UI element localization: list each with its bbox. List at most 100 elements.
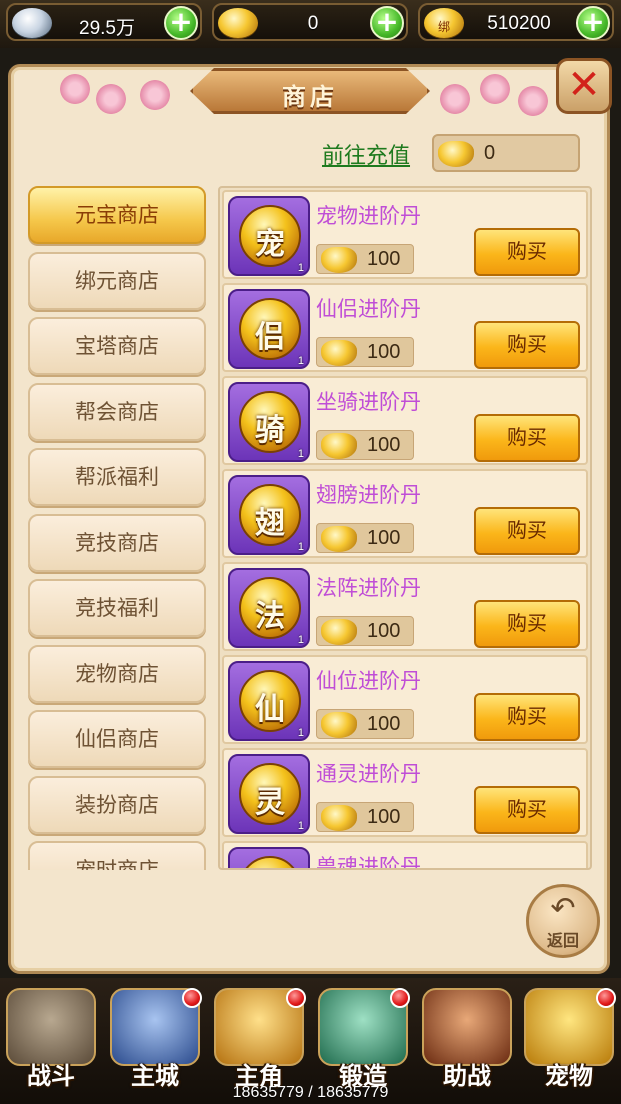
gold-ingot-icon xyxy=(321,712,357,738)
tab-tower-shop[interactable]: 宝塔商店 xyxy=(28,317,206,375)
item-icon-frame[interactable]: 侣 1 xyxy=(228,289,310,369)
return-button[interactable]: ↶ 返回 xyxy=(526,884,600,958)
item-name: 仙侣进阶丹 xyxy=(316,297,421,321)
buy-button[interactable]: 购买 xyxy=(474,321,580,369)
list-item: 仙 1 仙位进阶丹 100 购买 xyxy=(222,655,588,744)
tab-pet-shop[interactable]: 宠物商店 xyxy=(28,644,206,703)
buy-button[interactable]: 购买 xyxy=(474,228,580,276)
buy-button[interactable]: 购买 xyxy=(474,507,580,555)
item-list[interactable]: 宠 1 宠物进阶丹 100 购买 侣 1 仙侣进阶丹 100 购买 骑 1 坐骑… xyxy=(218,186,592,870)
item-quantity: 1 xyxy=(297,634,304,646)
item-icon-frame[interactable]: 兽 1 xyxy=(228,847,310,868)
tab-guild-shop[interactable]: 帮会商店 xyxy=(28,382,206,441)
buy-button[interactable]: 购买 xyxy=(474,414,580,462)
buy-button[interactable]: 购买 xyxy=(474,600,580,648)
tab-faction-benefits[interactable]: 帮派福利 xyxy=(28,448,206,506)
gold-currency: 0 + xyxy=(212,3,408,41)
item-name: 坐骑进阶丹 xyxy=(316,390,421,414)
item-name: 法阵进阶丹 xyxy=(316,576,421,600)
list-item: 法 1 法阵进阶丹 100 购买 xyxy=(222,562,588,651)
tab-arena-benefits[interactable]: 竞技福利 xyxy=(28,579,206,637)
list-item: 翅 1 翅膀进阶丹 100 购买 xyxy=(222,469,588,558)
item-name: 宠物进阶丹 xyxy=(316,204,421,228)
tab-bound-yuanbao-shop[interactable]: 绑元商店 xyxy=(28,251,206,310)
pill-icon: 侣 xyxy=(239,298,301,360)
gold-ingot-icon xyxy=(438,141,474,167)
panel-title: 商店 xyxy=(282,83,338,111)
ingot-balance: 0 xyxy=(484,142,496,164)
nav-pet[interactable]: 宠物 xyxy=(520,984,618,1090)
item-price: 100 xyxy=(316,244,414,274)
add-bound-gold-button[interactable]: + xyxy=(576,6,610,40)
item-name: 兽魂进阶丹 xyxy=(316,855,421,870)
assist-icon xyxy=(422,988,512,1066)
notification-badge xyxy=(596,988,616,1008)
silver-amount: 29.5万 xyxy=(79,18,135,39)
recharge-link[interactable]: 前往充值 xyxy=(322,138,410,170)
nav-assist[interactable]: 助战 xyxy=(418,984,516,1090)
gold-ingot-icon xyxy=(321,247,357,273)
nav-battle[interactable]: 战斗 xyxy=(2,984,100,1090)
notification-badge xyxy=(390,988,410,1008)
silver-ingot-icon xyxy=(12,8,52,38)
item-icon-frame[interactable]: 灵 1 xyxy=(228,754,310,834)
item-name: 翅膀进阶丹 xyxy=(316,483,421,507)
item-icon-frame[interactable]: 骑 1 xyxy=(228,382,310,462)
close-icon: ✕ xyxy=(567,62,601,108)
return-label: 返回 xyxy=(546,931,579,950)
blossom-decoration xyxy=(518,86,548,116)
list-item: 宠 1 宠物进阶丹 100 购买 xyxy=(222,190,588,279)
back-arrow-icon: ↶ xyxy=(550,891,576,926)
buy-button[interactable]: 购买 xyxy=(474,693,580,741)
tab-costume-shop[interactable]: 装扮商店 xyxy=(28,775,206,834)
tab-pet-time-shop[interactable]: 宠时商店 xyxy=(28,841,206,870)
hp-readout: 18635779 / 18635779 xyxy=(232,1084,389,1101)
item-quantity: 1 xyxy=(297,448,304,460)
battle-icon xyxy=(6,988,96,1066)
gold-ingot-icon xyxy=(321,526,357,552)
shop-tabs: 元宝商店 绑元商店 宝塔商店 帮会商店 帮派福利 竞技商店 竞技福利 宠物商店 … xyxy=(28,186,206,870)
notification-badge xyxy=(286,988,306,1008)
nav-hero[interactable]: 主角 xyxy=(210,984,308,1090)
pill-icon: 宠 xyxy=(239,205,301,267)
blossom-decoration xyxy=(96,84,126,114)
list-item: 灵 1 通灵进阶丹 100 购买 xyxy=(222,748,588,837)
item-price: 100 xyxy=(316,709,414,739)
tab-arena-shop[interactable]: 竞技商店 xyxy=(28,513,206,572)
nav-forge[interactable]: 锻造 xyxy=(314,984,412,1090)
blossom-decoration xyxy=(140,80,170,110)
blossom-decoration xyxy=(440,84,470,114)
item-name: 仙位进阶丹 xyxy=(316,669,421,693)
item-price: 100 xyxy=(316,430,414,460)
list-item: 侣 1 仙侣进阶丹 100 购买 xyxy=(222,283,588,372)
gold-ingot-icon xyxy=(321,619,357,645)
notification-badge xyxy=(182,988,202,1008)
tab-yuanbao-shop[interactable]: 元宝商店 xyxy=(28,186,206,244)
pill-icon: 仙 xyxy=(239,670,301,732)
item-price: 100 xyxy=(316,616,414,646)
item-icon-frame[interactable]: 翅 1 xyxy=(228,475,310,555)
pill-icon: 骑 xyxy=(239,391,301,453)
item-price: 100 xyxy=(316,523,414,553)
tab-companion-shop[interactable]: 仙侣商店 xyxy=(28,710,206,768)
currency-bar: 29.5万 + 0 + 绑 510200 + xyxy=(0,0,621,48)
list-item: 骑 1 坐骑进阶丹 100 购买 xyxy=(222,376,588,465)
list-item: 兽 1 兽魂进阶丹 100 购买 xyxy=(222,841,588,870)
buy-button[interactable]: 购买 xyxy=(474,786,580,834)
item-icon-frame[interactable]: 仙 1 xyxy=(228,661,310,741)
item-quantity: 1 xyxy=(297,262,304,274)
item-icon-frame[interactable]: 法 1 xyxy=(228,568,310,648)
pill-icon: 法 xyxy=(239,577,301,639)
panel-title-plate: 商店 xyxy=(190,68,430,114)
pill-icon: 兽 xyxy=(239,856,301,868)
close-button[interactable]: ✕ xyxy=(556,58,612,114)
bound-gold-amount: 510200 xyxy=(487,13,551,34)
add-gold-button[interactable]: + xyxy=(370,6,404,40)
bound-gold-ingot-icon: 绑 xyxy=(424,8,464,38)
blossom-decoration xyxy=(480,74,510,104)
item-name: 通灵进阶丹 xyxy=(316,762,421,786)
nav-main-city[interactable]: 主城 xyxy=(106,984,204,1090)
item-icon-frame[interactable]: 宠 1 xyxy=(228,196,310,276)
add-silver-button[interactable]: + xyxy=(164,6,198,40)
item-quantity: 1 xyxy=(297,820,304,832)
